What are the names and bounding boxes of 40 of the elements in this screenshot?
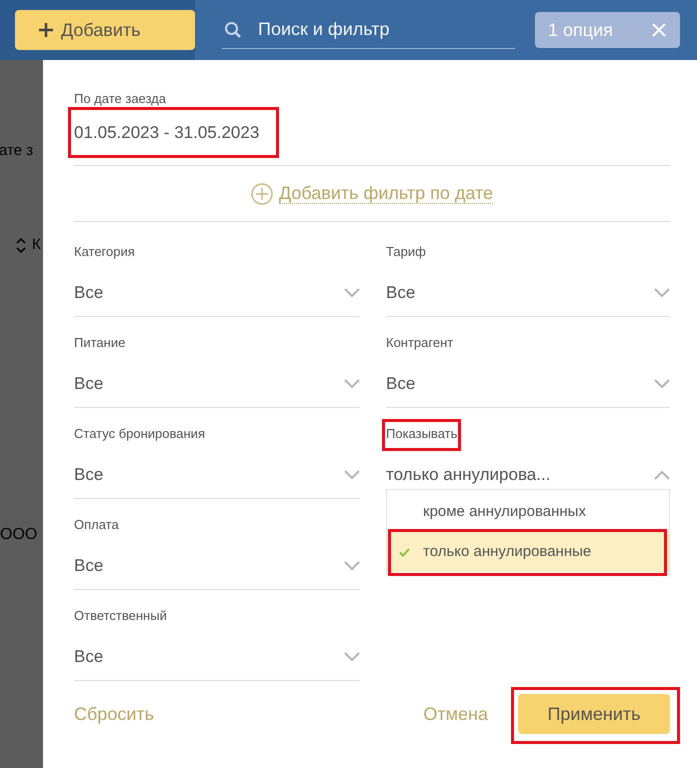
chevron-down-icon	[344, 560, 360, 571]
field-label: Ответственный	[74, 608, 167, 623]
date-range-field[interactable]: 01.05.2023 - 31.05.2023	[74, 122, 260, 142]
background-text: ате з	[0, 141, 34, 161]
chevron-down-icon	[654, 378, 670, 389]
background-text: ООО	[0, 525, 38, 545]
field-label: Статус бронирования	[74, 426, 205, 441]
checkmark-icon	[399, 548, 410, 556]
field-label: Оплата	[74, 517, 119, 532]
chip-label: 1 опция	[548, 18, 613, 42]
sort-icon	[16, 238, 26, 253]
field-label: Тариф	[386, 244, 426, 259]
dropdown-option[interactable]: только аннулированные	[387, 532, 669, 572]
select-field[interactable]: Все	[74, 462, 360, 498]
select-field[interactable]: Все	[74, 280, 360, 316]
search-icon	[224, 20, 242, 38]
select-field[interactable]: Все	[74, 371, 360, 408]
field-label: Показывать	[386, 426, 458, 441]
field-label: По дате заезда	[74, 90, 167, 108]
background-text: К	[32, 235, 41, 255]
close-button[interactable]	[652, 23, 666, 37]
chevron-down-icon	[344, 652, 360, 662]
field-label: Контрагент	[386, 335, 454, 350]
select-field[interactable]: Все	[74, 553, 360, 590]
select-field[interactable]: Все	[386, 371, 670, 408]
search-field[interactable]: Поиск и фильтр	[258, 16, 488, 43]
field-label: Питание	[74, 335, 126, 350]
chevron-down-icon	[344, 288, 360, 298]
plus-icon	[39, 23, 53, 37]
select-field[interactable]: Все	[386, 280, 670, 316]
close-icon	[652, 23, 666, 37]
chevron-down-icon	[344, 470, 360, 480]
chevron-down-icon	[344, 378, 360, 389]
field-label: Категория	[74, 244, 135, 259]
select-field[interactable]: Все	[74, 644, 360, 680]
chevron-down-icon	[654, 288, 670, 298]
chevron-up-icon	[654, 470, 670, 480]
add-button[interactable]: Добавить	[15, 10, 195, 50]
plus-circle-icon	[250, 182, 273, 204]
apply-button[interactable]: Применить	[518, 694, 670, 734]
